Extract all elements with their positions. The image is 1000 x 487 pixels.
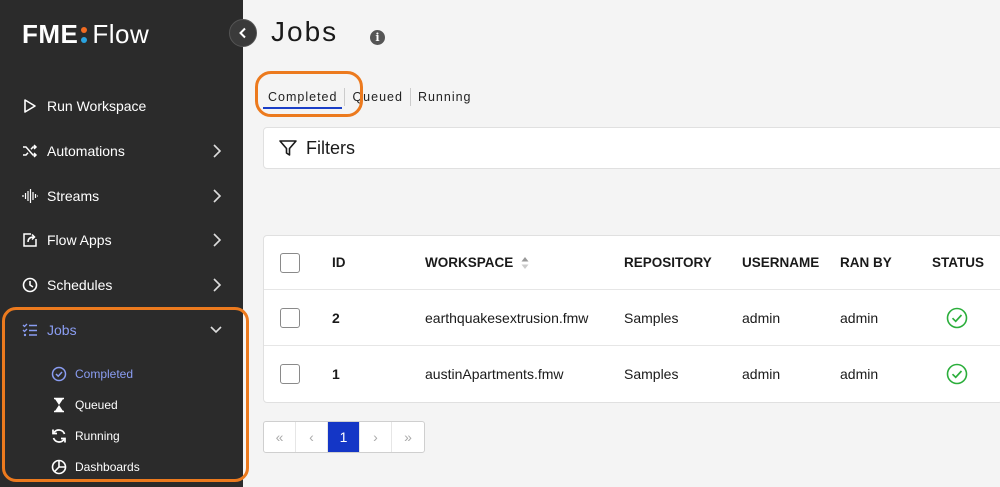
fme-flow-logo[interactable]: FME Flow — [22, 19, 149, 50]
column-header-workspace[interactable]: WORKSPACE — [425, 236, 529, 289]
column-header-repository[interactable]: REPOSITORY — [624, 236, 712, 289]
sidebar: FME Flow Run Workspace Automations Strea… — [0, 0, 249, 487]
tab-completed[interactable]: Completed — [261, 85, 344, 109]
shuffle-icon — [21, 142, 39, 160]
clock-icon — [21, 276, 39, 294]
table-header-row: ID WORKSPACE REPOSITORY USERNAME RAN BY … — [264, 236, 1000, 290]
sidebar-item-run-workspace[interactable]: Run Workspace — [0, 86, 243, 126]
next-page-button[interactable]: › — [360, 422, 392, 452]
table-row[interactable]: 2 earthquakesextrusion.fmw Samples admin… — [264, 290, 1000, 346]
sidebar-item-label: Run Workspace — [47, 98, 147, 114]
success-check-icon — [946, 307, 968, 328]
hourglass-icon — [50, 396, 68, 414]
column-header-id[interactable]: ID — [332, 236, 346, 289]
check-circle-icon — [50, 365, 68, 383]
column-header-label: WORKSPACE — [425, 255, 514, 270]
play-icon — [21, 97, 39, 115]
logo-dots — [81, 26, 88, 43]
collapse-sidebar-button[interactable] — [229, 19, 257, 47]
job-workspace[interactable]: austinApartments.fmw — [425, 346, 564, 402]
share-box-icon — [21, 231, 39, 249]
job-ran-by: admin — [840, 366, 879, 382]
jobs-table: ID WORKSPACE REPOSITORY USERNAME RAN BY … — [263, 235, 1000, 403]
column-header-ran-by[interactable]: RAN BY — [840, 236, 892, 289]
sidebar-subitem-queued[interactable]: Queued — [50, 392, 118, 418]
sidebar-subitem-label: Completed — [75, 367, 134, 381]
filter-icon — [279, 140, 297, 156]
chevron-right-icon — [213, 144, 222, 158]
column-header-username[interactable]: USERNAME — [742, 236, 819, 289]
sort-icon[interactable] — [521, 256, 529, 270]
tab-queued[interactable]: Queued — [345, 85, 409, 109]
info-icon[interactable]: i — [370, 30, 385, 45]
job-workspace[interactable]: earthquakesextrusion.fmw — [425, 290, 588, 345]
table-row[interactable]: 1 austinApartments.fmw Samples admin adm… — [264, 346, 1000, 402]
job-username: admin — [742, 366, 781, 382]
sidebar-item-label: Automations — [47, 143, 125, 159]
sidebar-item-schedules[interactable]: Schedules — [0, 265, 243, 305]
select-all-checkbox[interactable] — [280, 252, 300, 273]
logo-fme-text: FME — [22, 19, 79, 49]
sidebar-item-label: Flow Apps — [47, 232, 112, 248]
job-repository: Samples — [624, 309, 679, 326]
success-check-icon — [946, 363, 968, 385]
chevron-down-icon — [210, 326, 222, 334]
chevron-left-icon — [239, 27, 246, 39]
sidebar-item-streams[interactable]: Streams — [0, 176, 243, 216]
sidebar-subitem-running[interactable]: Running — [50, 423, 120, 449]
sidebar-item-automations[interactable]: Automations — [0, 131, 243, 171]
chevron-right-icon — [213, 189, 222, 203]
first-page-button[interactable]: « — [264, 422, 296, 452]
row-checkbox[interactable] — [280, 307, 300, 328]
sidebar-subitem-label: Running — [75, 429, 120, 443]
sidebar-subitem-completed[interactable]: Completed — [50, 361, 133, 387]
pagination: « ‹ 1 › » — [263, 421, 425, 453]
chevron-right-icon — [213, 233, 222, 247]
pie-chart-icon — [50, 458, 68, 476]
column-header-status[interactable]: STATUS — [932, 236, 984, 289]
waveform-icon — [21, 187, 39, 205]
tab-running[interactable]: Running — [411, 85, 479, 109]
job-username: admin — [742, 309, 781, 326]
row-checkbox[interactable] — [280, 364, 300, 384]
logo-flow-text: Flow — [92, 19, 150, 49]
sidebar-item-jobs[interactable]: Jobs — [0, 310, 243, 350]
job-id: 1 — [332, 366, 340, 382]
sidebar-subitem-label: Dashboards — [75, 460, 140, 474]
page-title: Jobs — [271, 16, 339, 47]
prev-page-button[interactable]: ‹ — [296, 422, 328, 452]
job-tabs: Completed Queued Running — [261, 84, 479, 110]
chevron-right-icon — [213, 278, 222, 292]
job-id: 2 — [332, 309, 340, 326]
job-ran-by: admin — [840, 309, 879, 326]
sidebar-item-label: Schedules — [47, 277, 113, 293]
refresh-icon — [50, 427, 68, 445]
filters-button[interactable]: Filters — [263, 127, 1000, 169]
filters-label: Filters — [306, 137, 355, 158]
sidebar-subitem-label: Queued — [75, 398, 118, 412]
sidebar-item-label: Jobs — [47, 322, 77, 338]
page-button-current[interactable]: 1 — [328, 422, 360, 452]
last-page-button[interactable]: » — [392, 422, 424, 452]
job-repository: Samples — [624, 366, 679, 382]
sidebar-item-label: Streams — [47, 188, 100, 204]
main-content: Jobs i Completed Queued Running Filters … — [243, 0, 1000, 487]
sidebar-subitem-dashboards[interactable]: Dashboards — [50, 454, 140, 480]
sidebar-item-flow-apps[interactable]: Flow Apps — [0, 220, 243, 260]
checklist-icon — [21, 321, 39, 339]
